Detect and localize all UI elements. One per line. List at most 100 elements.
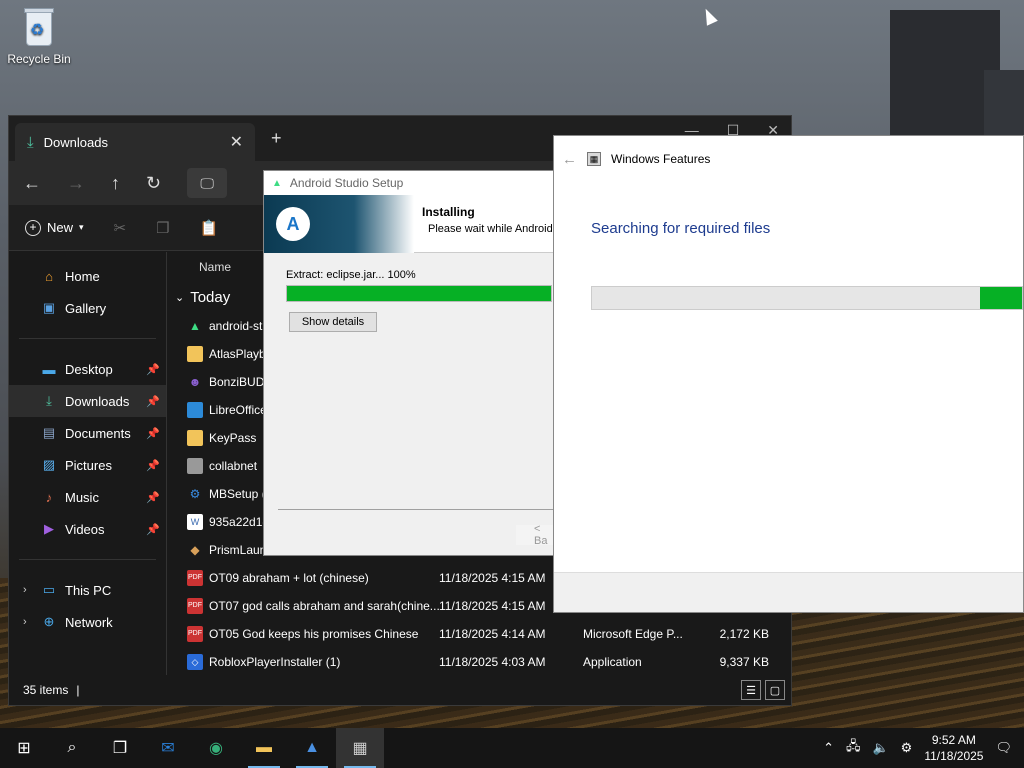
installer-icon [187, 402, 203, 418]
up-arrow-icon[interactable]: ↑ [111, 173, 120, 194]
sidebar-item-pictures[interactable]: ▨ Pictures 📌 [9, 449, 166, 481]
sidebar-item-label: This PC [65, 582, 112, 598]
taskbar-edge[interactable]: ◉ [192, 728, 240, 768]
show-details-button[interactable]: Show details [289, 312, 377, 332]
tab-downloads[interactable]: ⤓ Downloads ✕ [15, 123, 255, 161]
sidebar-divider [19, 559, 156, 560]
chevron-right-icon[interactable]: › [23, 584, 33, 596]
music-icon: ♪ [45, 489, 53, 505]
document-icon: W [187, 514, 203, 530]
tiles-view-icon[interactable]: ▢ [765, 680, 785, 700]
sidebar-item-documents[interactable]: ▤ Documents 📌 [9, 417, 166, 449]
sidebar-item-label: Music [65, 489, 99, 505]
start-button[interactable]: ⊞ [0, 728, 48, 768]
home-icon: ⌂ [45, 268, 53, 284]
folder-icon [187, 430, 203, 446]
file-row[interactable]: ◇ RobloxPlayerInstaller (1) 11/18/2025 4:0… [167, 648, 791, 676]
android-studio-logo-icon: A [276, 207, 310, 241]
chevron-up-icon[interactable]: ⌃ [823, 740, 834, 756]
network-icon[interactable]: 🖧 [846, 737, 861, 759]
sidebar-item-label: Pictures [65, 457, 112, 473]
sidebar-item-label: Desktop [65, 361, 113, 377]
back-arrow-icon[interactable]: ← [562, 151, 577, 168]
taskbar-file-explorer[interactable]: ▬ [240, 728, 288, 768]
pin-icon[interactable]: 📌 [146, 523, 160, 536]
pdf-icon: PDF [187, 570, 203, 586]
pin-icon[interactable]: 📌 [146, 491, 160, 504]
notifications-icon[interactable]: 🗨 [995, 740, 1012, 756]
prism-icon: ◆ [190, 543, 200, 557]
pdf-icon: PDF [187, 626, 203, 642]
taskbar-outlook[interactable]: ✉ [144, 728, 192, 768]
new-button-label: New [47, 220, 74, 235]
clock[interactable]: 9:52 AM 11/18/2025 [924, 732, 983, 764]
android-studio-setup-window: ▲ Android Studio Setup A Installing Plea… [263, 170, 556, 556]
sidebar-item-downloads[interactable]: ⤓ Downloads 📌 [9, 385, 166, 417]
setup-progress-fill [287, 286, 551, 301]
features-title-bar: ← ▦ Windows Features [554, 136, 1023, 182]
back-arrow-icon[interactable]: ← [23, 173, 41, 194]
pictures-icon: ▨ [42, 457, 56, 472]
file-date: 11/18/2025 4:14 AM [439, 627, 546, 641]
paste-icon[interactable]: 📋 [200, 219, 219, 237]
mouse-cursor [700, 6, 718, 26]
download-icon: ⤓ [27, 133, 34, 151]
plus-icon: + [25, 219, 41, 236]
file-name: OT09 abraham + lot (chinese) [209, 571, 369, 585]
features-progress-marquee [980, 287, 1022, 309]
pin-icon[interactable]: 📌 [146, 363, 160, 376]
file-name: RobloxPlayerInstaller (1) [209, 655, 341, 669]
new-tab-button[interactable]: + [271, 128, 282, 149]
copy-icon[interactable]: ❐ [156, 219, 169, 237]
taskbar: ⊞ ⌕ ❐ ✉ ◉ ▬ ▲ ▦ ⌃ 🖧 🔈 ⚙ 9:52 AM 11/18/20… [0, 728, 1024, 768]
pin-icon[interactable]: 📌 [146, 459, 160, 472]
pin-icon[interactable]: 📌 [146, 395, 160, 408]
features-status-text: Searching for required files [591, 220, 771, 237]
roblox-icon: ◇ [187, 654, 203, 670]
search-icon: ⌕ [67, 739, 77, 756]
desktop-icon: ▬ [42, 361, 56, 377]
task-view-icon: ❐ [112, 740, 128, 757]
sidebar-item-music[interactable]: ♪ Music 📌 [9, 481, 166, 513]
back-button[interactable]: < Ba [516, 523, 556, 547]
file-size: 9,337 KB [719, 655, 769, 669]
sidebar-item-this-pc[interactable]: › ▭ This PC [9, 574, 166, 606]
forward-arrow-icon[interactable]: → [67, 173, 85, 194]
recycle-bin-icon: ♻ [22, 6, 56, 48]
column-name-label: Name [199, 260, 232, 274]
malwarebytes-icon: ⚙ [189, 487, 201, 501]
features-progress-bar [591, 286, 1023, 310]
sidebar-item-label: Gallery [65, 300, 107, 316]
file-row[interactable]: PDF OT05 God keeps his promises Chinese 11… [167, 620, 791, 648]
details-view-icon[interactable]: ☰ [741, 680, 761, 700]
taskbar-windows-features[interactable]: ▦ [336, 728, 384, 768]
sidebar-item-videos[interactable]: ▶ Videos 📌 [9, 513, 166, 545]
sidebar-item-desktop[interactable]: ▬ Desktop 📌 [9, 353, 166, 385]
cut-icon[interactable]: ✂ [114, 219, 127, 237]
file-size: 2,172 KB [719, 627, 769, 641]
task-view-button[interactable]: ❐ [96, 728, 144, 768]
pin-icon[interactable]: 📌 [146, 427, 160, 440]
edge-icon: ◉ [209, 740, 223, 757]
chevron-right-icon[interactable]: › [23, 616, 33, 628]
refresh-icon[interactable]: ↻ [146, 173, 161, 194]
taskbar-android-studio[interactable]: ▲ [288, 728, 336, 768]
sidebar-item-home[interactable]: ⌂ Home [9, 260, 166, 292]
search-button[interactable]: ⌕ [48, 728, 96, 768]
sidebar-item-gallery[interactable]: ▣ Gallery [9, 292, 166, 324]
sidebar-item-label: Downloads [65, 393, 130, 409]
pdf-icon: PDF [187, 598, 203, 614]
volume-muted-icon[interactable]: 🔈 [872, 740, 888, 756]
monitor-icon[interactable]: 🖵 [187, 168, 228, 198]
file-date: 11/18/2025 4:03 AM [439, 655, 546, 669]
close-tab-icon[interactable]: ✕ [230, 132, 243, 152]
bonzi-icon: ☻ [188, 375, 202, 389]
sidebar-item-label: Home [65, 268, 100, 284]
new-button[interactable]: + New ▾ [25, 219, 84, 236]
chevron-down-icon: ⌄ [175, 291, 185, 304]
sidebar-item-label: Network [65, 614, 113, 630]
sidebar-item-network[interactable]: › ⊕ Network [9, 606, 166, 638]
network-icon: ⊕ [43, 614, 55, 629]
settings-icon[interactable]: ⚙ [901, 740, 913, 756]
recycle-bin-desktop-icon[interactable]: ♻ Recycle Bin [6, 6, 72, 66]
